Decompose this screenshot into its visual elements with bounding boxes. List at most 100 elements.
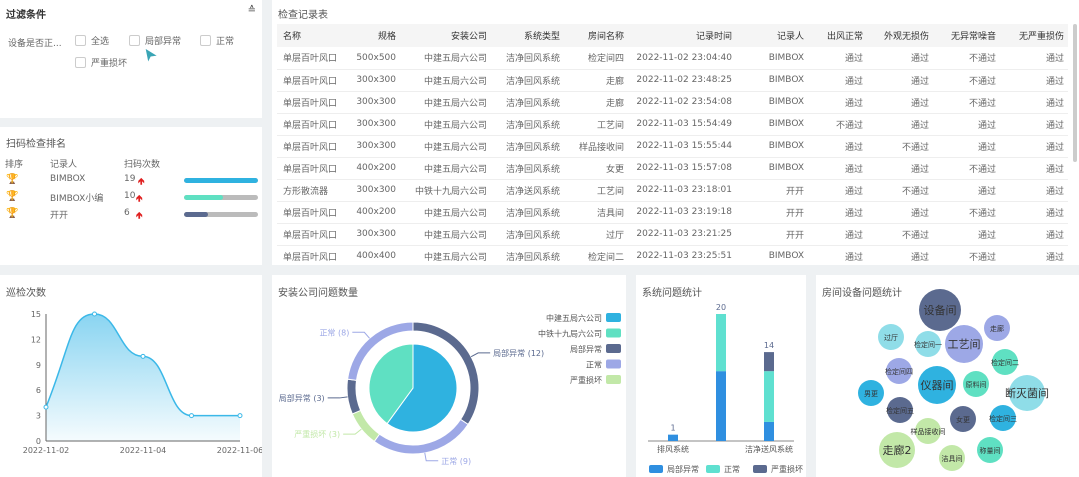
table-cell: 不通过: [867, 179, 933, 202]
table-cell: 洁净送风系统: [491, 179, 564, 202]
table-cell: 检定间二: [564, 245, 628, 265]
column-header[interactable]: 名称: [277, 24, 340, 47]
bubble: 走廊2: [879, 432, 915, 468]
bubble: 检定间一: [914, 331, 942, 357]
slice-label: 正常 (9): [441, 457, 471, 466]
column-header[interactable]: 出风正常: [808, 24, 867, 47]
table-cell: 中建五局六公司: [400, 69, 491, 92]
table-row[interactable]: 单层百叶风口 300x300 中建五局六公司 洁净回风系统 走廊 2022-11-02 2…: [277, 91, 1068, 114]
checkbox-icon[interactable]: [75, 57, 86, 68]
table-row[interactable]: 单层百叶风口 400x200 中建五局六公司 洁净回风系统 女更 2022-11-03 1…: [277, 157, 1068, 180]
table-row[interactable]: 单层百叶风口 300x300 中建五局六公司 洁净回风系统 走廊 2022-11-02 2…: [277, 69, 1068, 92]
column-header[interactable]: 规格: [340, 24, 400, 47]
table-cell: 300x300: [340, 69, 400, 92]
bubble-label: 断灭菌间: [1005, 386, 1049, 400]
x-tick-label: 2022-11-04: [120, 446, 167, 455]
table-cell: 通过: [1000, 91, 1068, 114]
room-issues-chart-panel: 设备间 过厅 检定间一 工艺间 走廊 检定间二 检定间四 仪器间 原料间 断灭菌间 男更 检定间五 女更…: [816, 275, 1079, 477]
table-scrollbar[interactable]: [1073, 24, 1077, 162]
table-cell: 300x300: [340, 135, 400, 158]
arrow-up-icon: 🡹: [138, 177, 145, 187]
inspection-records-table: 名称 规格 安装公司 系统类型 房间名称 记录时间 记录人 出风正常 外观无损伤 无异常噪音 无严重…: [277, 24, 1068, 265]
table-cell: 通过: [1000, 69, 1068, 92]
table-cell: 走廊: [564, 69, 628, 92]
table-cell: 通过: [933, 113, 1000, 136]
table-cell: 400x200: [340, 201, 400, 224]
table-row[interactable]: 单层百叶风口 300x300 中建五局六公司 洁净回风系统 样品接收间 2022-11-0…: [277, 135, 1068, 158]
table-row[interactable]: 方形散流器 300x300 中铁十九局六公司 洁净送风系统 工艺间 2022-11-03 …: [277, 179, 1068, 202]
column-header[interactable]: 记录时间: [628, 24, 736, 47]
filter-title: 过滤条件: [6, 10, 46, 21]
table-cell: 300x300: [340, 223, 400, 246]
table-cell: 300x300: [340, 91, 400, 114]
bubble-label: 过厅: [884, 333, 898, 342]
bubble: 工艺间: [945, 325, 983, 363]
x-tick-label: 2022-11-06: [217, 446, 262, 455]
table-cell: 中建五局六公司: [400, 135, 491, 158]
checkbox-icon[interactable]: [75, 35, 86, 46]
trophy-icon: 🏆: [6, 174, 19, 185]
bar-segment: [764, 352, 774, 372]
table-cell: BIMBOX: [736, 91, 808, 114]
table-cell: 单层百叶风口: [277, 113, 340, 136]
column-header[interactable]: 外观无损伤: [867, 24, 933, 47]
table-cell: 通过: [808, 157, 867, 180]
column-header[interactable]: 无异常噪音: [933, 24, 1000, 47]
table-cell: 300x300: [340, 179, 400, 202]
column-header[interactable]: 系统类型: [491, 24, 564, 47]
table-cell: 通过: [867, 113, 933, 136]
bubble-label: 检定间五: [886, 406, 914, 415]
checkbox-severe-damage[interactable]: 严重损坏: [75, 56, 127, 69]
table-cell: 不通过: [933, 47, 1000, 70]
checkbox-label: 正常: [216, 37, 235, 47]
header-recorder: 记录人: [50, 160, 78, 170]
checkbox-select-all[interactable]: 全选: [75, 34, 109, 47]
table-cell: 2022-11-03 23:25:51: [628, 245, 736, 265]
table-cell: 2022-11-03 23:19:18: [628, 201, 736, 224]
column-header[interactable]: 房间名称: [564, 24, 628, 47]
table-row[interactable]: 单层百叶风口 300x300 中建五局六公司 洁净回风系统 工艺间 2022-11-03 …: [277, 113, 1068, 136]
recorder-name: BIMBOX小编: [50, 194, 104, 204]
bar-total-label: 14: [764, 341, 774, 350]
table-cell: 开开: [736, 223, 808, 246]
table-cell: 不通过: [933, 201, 1000, 224]
table-cell: 方形散流器: [277, 179, 340, 202]
legend-label: 局部异常: [570, 344, 602, 354]
checkbox-normal[interactable]: 正常: [200, 34, 234, 47]
ranking-row: 🏆 BIMBOX小编 10 🡹: [0, 191, 262, 205]
bubble: 样品接收间: [911, 418, 946, 444]
table-cell: 2022-11-03 15:54:49: [628, 113, 736, 136]
table-cell: 不通过: [933, 245, 1000, 265]
table-cell: 不通过: [867, 135, 933, 158]
column-header[interactable]: 记录人: [736, 24, 808, 47]
table-cell: 工艺间: [564, 179, 628, 202]
bubble: 走廊: [984, 315, 1010, 341]
y-tick-label: 12: [31, 335, 41, 344]
table-cell: 2022-11-03 15:55:44: [628, 135, 736, 158]
table-cell: 2022-11-02 23:04:40: [628, 47, 736, 70]
table-row[interactable]: 单层百叶风口 500x500 中建五局六公司 洁净回风系统 检定间四 2022-11-02…: [277, 47, 1068, 70]
table-cell: 中建五局六公司: [400, 245, 491, 265]
system-issues-chart-panel: 系统问题统计 1 排风系统 20 14 洁净送风系统 局部异常 正常 严重损坏: [636, 275, 806, 477]
table-row[interactable]: 单层百叶风口 400x200 中建五局六公司 洁净回风系统 洁具间 2022-11-03 …: [277, 201, 1068, 224]
column-header[interactable]: 安装公司: [400, 24, 491, 47]
table-cell: 洁净回风系统: [491, 223, 564, 246]
checkbox-icon[interactable]: [200, 35, 211, 46]
table-row[interactable]: 单层百叶风口 300x300 中建五局六公司 洁净回风系统 过厅 2022-11-03 2…: [277, 223, 1068, 246]
table-cell: 通过: [1000, 245, 1068, 265]
table-cell: 通过: [867, 69, 933, 92]
checkbox-icon[interactable]: [129, 35, 140, 46]
table-cell: 洁具间: [564, 201, 628, 224]
table-row[interactable]: 单层百叶风口 400x400 中建五局六公司 洁净回风系统 检定间二 2022-11-03…: [277, 245, 1068, 265]
company-issues-chart: 局部异常 (12) 正常 (9) 严重损坏 (3) 局部异常 (3) 正常 (8) 中建五…: [279, 313, 621, 466]
arrow-up-icon: 🡹: [136, 194, 143, 204]
table-cell: 2022-11-02 23:54:08: [628, 91, 736, 114]
double-chevron-up-icon[interactable]: ≙: [248, 5, 256, 16]
scan-count: 19: [124, 174, 136, 184]
table-cell: BIMBOX: [736, 47, 808, 70]
table-cell: 通过: [867, 245, 933, 265]
table-cell: 中建五局六公司: [400, 47, 491, 70]
column-header[interactable]: 无严重损伤: [1000, 24, 1068, 47]
bubble: 男更: [858, 380, 884, 406]
legend-label: 严重损坏: [570, 375, 602, 385]
